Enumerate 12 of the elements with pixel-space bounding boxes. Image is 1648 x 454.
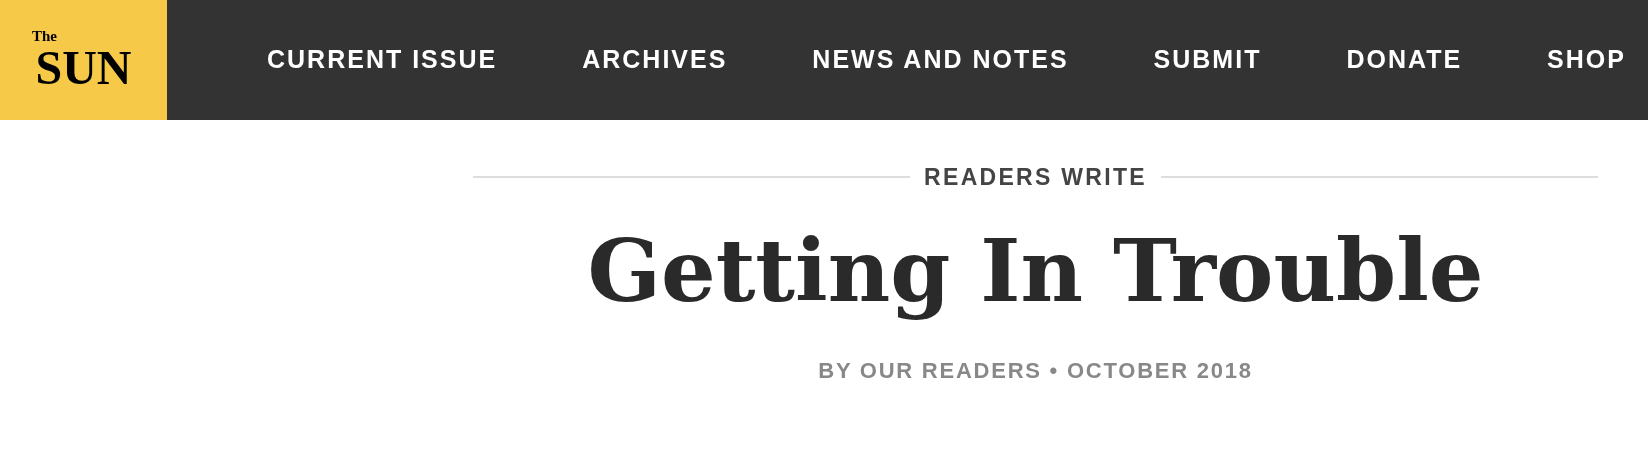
- nav-link[interactable]: ARCHIVES: [582, 41, 728, 79]
- article-title: Getting In Trouble: [587, 218, 1484, 323]
- nav-link[interactable]: DONATE: [1346, 41, 1463, 79]
- logo[interactable]: The SUN: [0, 0, 167, 120]
- nav-link[interactable]: SUBMIT: [1153, 41, 1262, 79]
- nav-link[interactable]: CURRENT ISSUE: [267, 41, 498, 79]
- nav-link[interactable]: SHOP: [1547, 41, 1626, 79]
- logo-small-text: The: [32, 28, 57, 44]
- nav-link[interactable]: NEWS AND NOTES: [812, 41, 1069, 79]
- byline: BY OUR READERS • OCTOBER 2018: [818, 357, 1253, 385]
- section-label: READERS WRITE: [924, 163, 1147, 192]
- logo-large-text: SUN: [35, 43, 132, 92]
